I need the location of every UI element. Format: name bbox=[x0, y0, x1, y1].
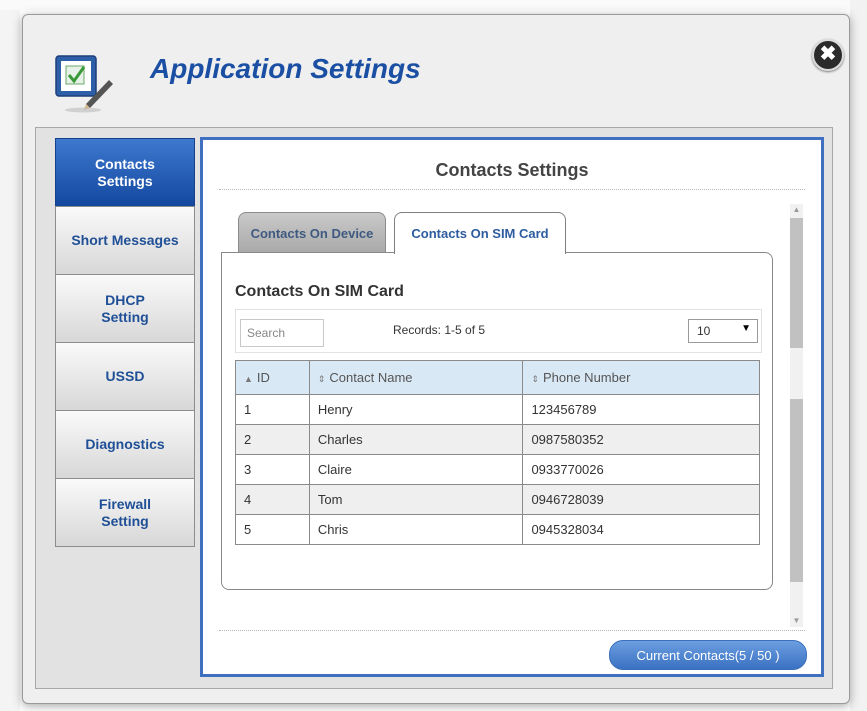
search-input[interactable] bbox=[240, 319, 324, 347]
background-window-edge-right bbox=[850, 0, 867, 711]
sort-icon: ⇕ bbox=[531, 374, 539, 384]
cell-id: 4 bbox=[235, 484, 310, 515]
chevron-down-icon: ▼ bbox=[741, 323, 751, 334]
close-icon[interactable]: ✖ bbox=[812, 39, 844, 71]
section-title: Contacts On SIM Card bbox=[235, 283, 404, 300]
cell-id: 5 bbox=[235, 514, 310, 545]
scrollbar-thumb[interactable] bbox=[790, 218, 803, 348]
sidebar-item-short-messages[interactable]: Short Messages bbox=[55, 206, 195, 275]
cell-id: 1 bbox=[235, 394, 310, 425]
title-divider bbox=[219, 189, 805, 190]
cell-contact-name: Claire bbox=[308, 454, 524, 485]
cell-id: 2 bbox=[235, 424, 310, 455]
background-window-edge-left bbox=[0, 0, 20, 711]
table-row[interactable]: 3 Claire 0933770026 bbox=[235, 454, 760, 485]
dialog-header: Application Settings ✖ bbox=[23, 15, 849, 123]
sort-icon: ⇕ bbox=[317, 374, 326, 384]
table-row[interactable]: 1 Henry 123456789 bbox=[235, 394, 760, 425]
panel-scrollbar[interactable]: ▲ ▼ bbox=[790, 204, 803, 627]
cell-phone-number: 0987580352 bbox=[522, 424, 760, 455]
settings-sidebar: Contacts Settings Short Messages DHCP Se… bbox=[55, 138, 195, 547]
scroll-down-arrow-icon[interactable]: ▼ bbox=[790, 615, 803, 627]
column-header-id[interactable]: ▲ ID bbox=[235, 360, 310, 395]
scroll-up-arrow-icon[interactable]: ▲ bbox=[790, 204, 803, 216]
scrollbar-thumb-lower[interactable] bbox=[790, 399, 803, 582]
dialog-title: Application Settings bbox=[150, 53, 421, 84]
sidebar-item-diagnostics[interactable]: Diagnostics bbox=[55, 410, 195, 479]
cell-phone-number: 0933770026 bbox=[522, 454, 760, 485]
cell-id: 3 bbox=[235, 454, 310, 485]
dialog-body: Contacts Settings Short Messages DHCP Se… bbox=[35, 127, 833, 689]
cell-contact-name: Tom bbox=[308, 484, 524, 515]
sidebar-item-ussd[interactable]: USSD bbox=[55, 342, 195, 411]
table-toolbar: Records: 1-5 of 5 10 ▼ bbox=[235, 309, 762, 353]
column-header-contact-name[interactable]: ⇕ Contact Name bbox=[308, 360, 524, 395]
cell-contact-name: Chris bbox=[308, 514, 524, 545]
cell-contact-name: Henry bbox=[308, 394, 524, 425]
sim-contacts-content: Contacts On SIM Card Records: 1-5 of 5 1… bbox=[221, 252, 773, 590]
table-header-row: ▲ ID ⇕ Contact Name ⇕ Phone Number bbox=[235, 360, 760, 395]
page-size-value: 10 bbox=[697, 324, 711, 338]
current-contacts-button[interactable]: Current Contacts(5 / 50 ) bbox=[609, 640, 807, 670]
cell-phone-number: 0946728039 bbox=[522, 484, 760, 515]
page-size-select[interactable]: 10 ▼ bbox=[688, 319, 758, 343]
table-row[interactable]: 2 Charles 0987580352 bbox=[235, 424, 760, 455]
sidebar-item-contacts-settings[interactable]: Contacts Settings bbox=[55, 138, 195, 207]
sidebar-item-firewall-setting[interactable]: Firewall Setting bbox=[55, 478, 195, 547]
contacts-settings-panel: Contacts Settings Contacts On Device Con… bbox=[200, 137, 824, 677]
settings-checklist-pencil-icon bbox=[53, 52, 117, 116]
sidebar-item-dhcp-setting[interactable]: DHCP Setting bbox=[55, 274, 195, 343]
tab-contacts-on-sim-card[interactable]: Contacts On SIM Card bbox=[394, 212, 566, 254]
column-header-phone-number[interactable]: ⇕ Phone Number bbox=[522, 360, 760, 395]
cell-phone-number: 0945328034 bbox=[522, 514, 760, 545]
cell-contact-name: Charles bbox=[308, 424, 524, 455]
application-settings-dialog: Application Settings ✖ Contacts Settings… bbox=[22, 14, 850, 704]
contacts-table: ▲ ID ⇕ Contact Name ⇕ Phone Number 1 Henry … bbox=[235, 360, 760, 545]
table-row[interactable]: 4 Tom 0946728039 bbox=[235, 484, 760, 515]
cell-phone-number: 123456789 bbox=[522, 394, 760, 425]
tab-contacts-on-device[interactable]: Contacts On Device bbox=[238, 212, 386, 253]
table-row[interactable]: 5 Chris 0945328034 bbox=[235, 514, 760, 545]
sort-ascending-icon: ▲ bbox=[244, 374, 253, 384]
background-window-edge-top bbox=[0, 0, 867, 10]
panel-title: Contacts Settings bbox=[435, 160, 589, 180]
bottom-divider bbox=[219, 630, 805, 631]
records-count: Records: 1-5 of 5 bbox=[393, 323, 486, 337]
